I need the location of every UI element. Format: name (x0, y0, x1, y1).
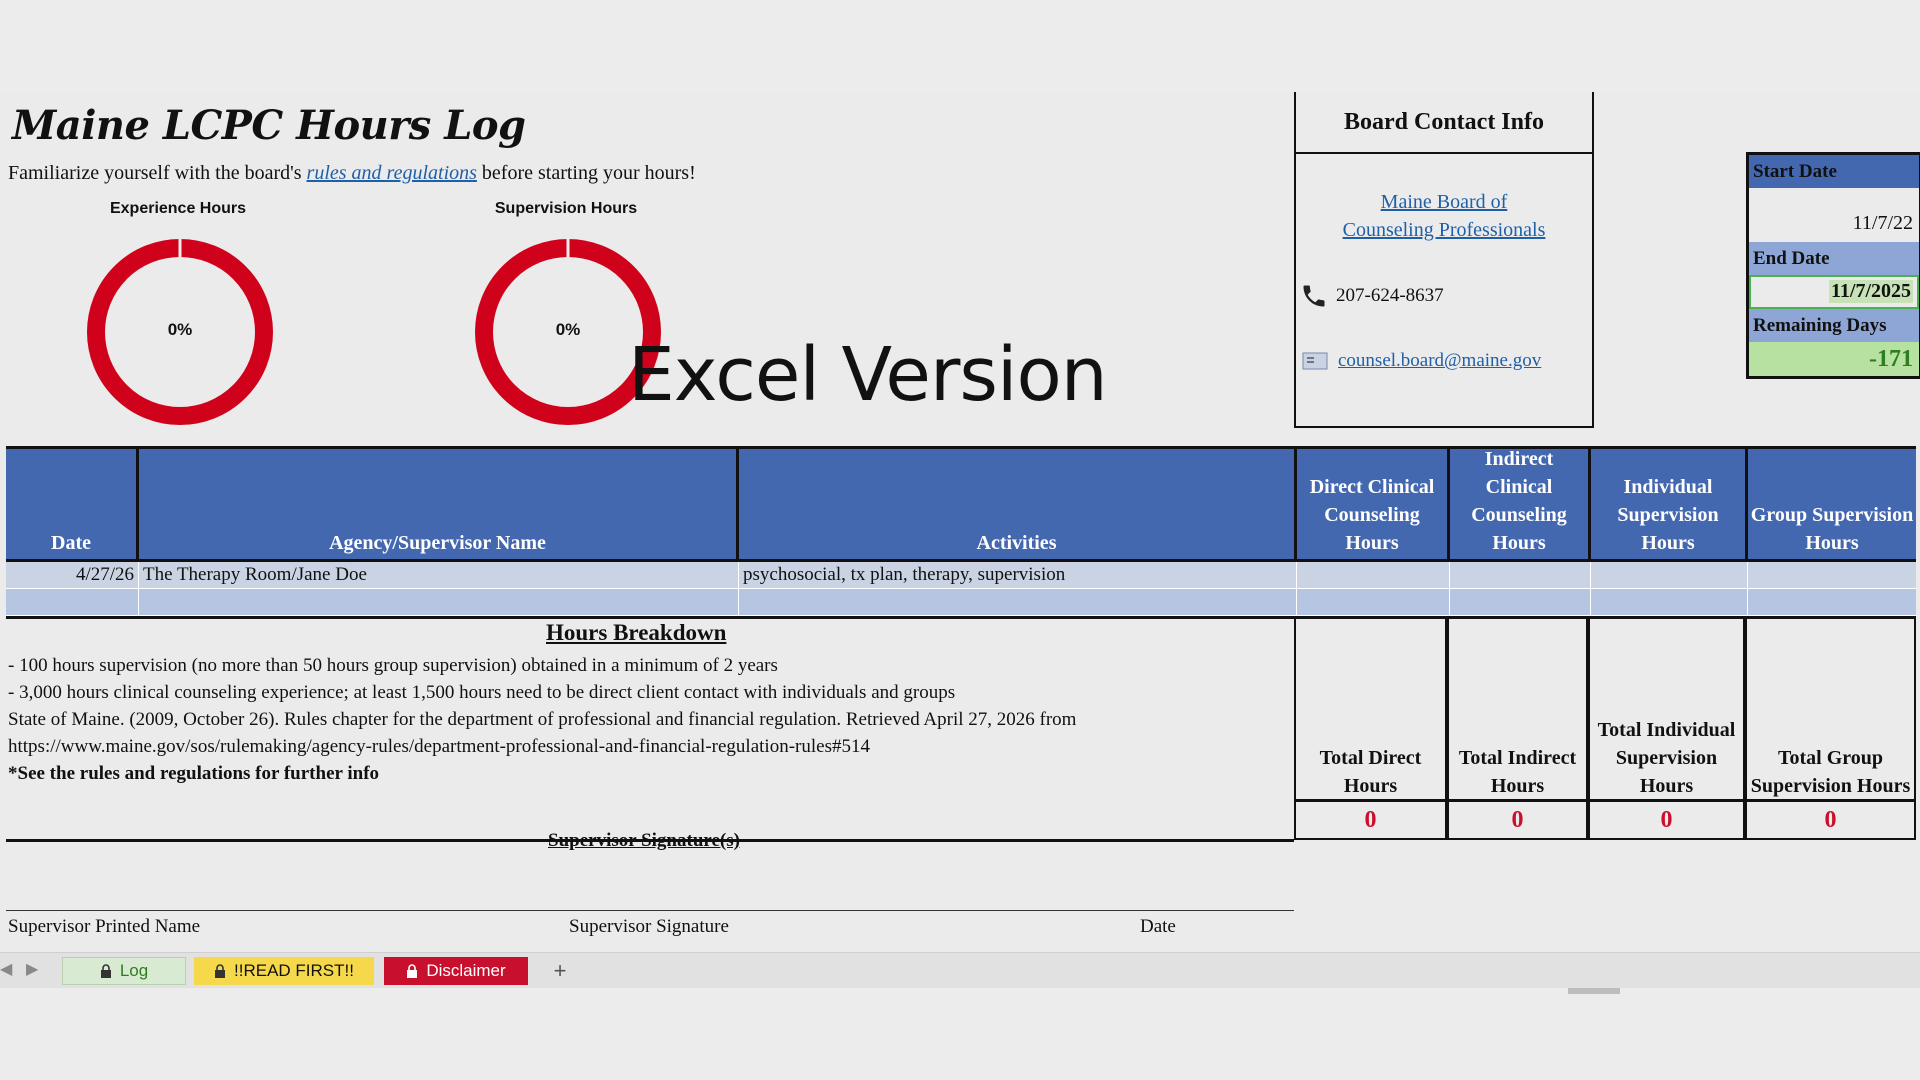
tab-log-label: Log (119, 961, 149, 980)
col-indirect[interactable]: Indirect Clinical Counseling Hours (1450, 448, 1591, 559)
tab-log[interactable]: Log (62, 957, 186, 985)
total-group-label: Total Group Supervision Hours (1750, 747, 1911, 797)
log-table-header: Date Agency/Supervisor Name Activities D… (6, 446, 1916, 562)
breakdown-line-1: - 100 hours supervision (no more than 50… (8, 655, 778, 676)
lock-icon (100, 963, 111, 978)
total-individual-cell: Total Individual Supervision Hours 0 (1588, 616, 1745, 840)
total-indirect-cell: Total Indirect Hours 0 (1447, 616, 1588, 840)
cell-agency[interactable]: The Therapy Room/Jane Doe (139, 562, 739, 588)
col-direct[interactable]: Direct Clinical Counseling Hours (1297, 449, 1450, 559)
contact-header: Board Contact Info (1296, 92, 1592, 154)
tab-read-first-label: !!READ FIRST!! (234, 961, 354, 980)
cell-group[interactable] (1748, 562, 1916, 588)
experience-gauge-percent: 0% (167, 320, 193, 339)
breakdown-heading: Hours Breakdown (546, 620, 727, 645)
spreadsheet-sheet: Maine LCPC Hours Log Familiarize yoursel… (0, 92, 1920, 952)
cell-indirect[interactable] (1450, 562, 1591, 588)
end-date-cell[interactable]: 11/7/2025 (1749, 275, 1919, 309)
scroll-right-icon[interactable]: ▶ (26, 959, 38, 979)
cell-activities[interactable] (739, 589, 1297, 615)
total-indirect-value: 0 (1449, 799, 1586, 838)
col-agency[interactable]: Agency/Supervisor Name (139, 449, 739, 559)
col-activities[interactable]: Activities (739, 449, 1297, 559)
board-link-line2[interactable]: Counseling Professionals (1343, 219, 1546, 241)
cell-group[interactable] (1748, 589, 1916, 615)
start-date-value[interactable]: 11/7/22 (1749, 188, 1919, 242)
cell-date[interactable] (6, 589, 139, 615)
col-individual[interactable]: Individual Supervision Hours (1591, 449, 1748, 559)
tab-disclaimer[interactable]: Disclaimer (384, 957, 528, 985)
cell-activities[interactable]: psychosocial, tx plan, therapy, supervis… (739, 562, 1297, 588)
scroll-left-icon[interactable]: ◀ (0, 959, 12, 979)
phone-row: 207-624-8637 (1300, 282, 1444, 310)
experience-gauge-label: Experience Hours (109, 200, 247, 217)
excel-version-overlay: Excel Version (628, 332, 1108, 418)
tab-disclaimer-label: Disclaimer (426, 961, 506, 980)
total-direct-cell: Total Direct Hours 0 (1294, 616, 1447, 840)
signature-date-label: Date (1140, 916, 1176, 937)
cell-individual[interactable] (1591, 562, 1748, 588)
email-row: counsel.board@maine.gov (1302, 350, 1541, 372)
table-row (6, 589, 1916, 616)
board-link-line1[interactable]: Maine Board of (1381, 191, 1508, 213)
email-icon (1302, 352, 1328, 370)
breakdown-line-3: State of Maine. (2009, October 26). Rule… (8, 709, 1077, 730)
total-group-value: 0 (1747, 799, 1914, 838)
add-sheet-button[interactable]: + (540, 957, 580, 985)
total-individual-value: 0 (1590, 799, 1743, 838)
horizontal-scrollbar[interactable] (1568, 988, 1620, 994)
intro-text: Familiarize yourself with the board's ru… (8, 162, 696, 185)
tab-read-first[interactable]: !!READ FIRST!! (194, 957, 374, 985)
remaining-days-label: Remaining Days (1749, 309, 1919, 342)
dates-panel: Start Date 11/7/22 End Date 11/7/2025 Re… (1746, 152, 1920, 379)
signature-label: Supervisor Signature (569, 916, 729, 937)
sheet-tab-bar: ◀ ▶ Log !!READ FIRST!! Disclaimer + (0, 952, 1920, 989)
email-link[interactable]: counsel.board@maine.gov (1338, 350, 1541, 372)
breakdown-line-2: - 3,000 hours clinical counseling experi… (8, 682, 956, 703)
phone-number: 207-624-8637 (1336, 285, 1444, 306)
breakdown-line-4: https://www.maine.gov/sos/rulemaking/age… (8, 736, 870, 757)
breakdown-line-5: *See the rules and regulations for furth… (8, 763, 380, 784)
cell-direct[interactable] (1297, 589, 1450, 615)
start-date-label: Start Date (1749, 155, 1919, 188)
total-direct-label: Total Direct Hours (1319, 747, 1422, 797)
cell-date[interactable]: 4/27/26 (6, 562, 139, 588)
total-individual-label: Total Individual Supervision Hours (1597, 719, 1736, 797)
intro-before: Familiarize yourself with the board's (8, 162, 307, 184)
cell-individual[interactable] (1591, 589, 1748, 615)
total-indirect-label: Total Indirect Hours (1458, 747, 1577, 797)
bottom-area (0, 988, 1920, 1080)
page-title: Maine LCPC Hours Log (12, 102, 526, 149)
end-date-value: 11/7/2025 (1828, 280, 1913, 303)
total-group-cell: Total Group Supervision Hours 0 (1745, 616, 1916, 840)
cell-agency[interactable] (139, 589, 739, 615)
remaining-days-value: -171 (1749, 342, 1919, 376)
board-link-wrap: Maine Board of Counseling Professionals (1296, 188, 1592, 244)
col-date[interactable]: Date (6, 449, 139, 559)
cell-direct[interactable] (1297, 562, 1450, 588)
intro-after: before starting your hours! (476, 162, 696, 184)
lock-icon (407, 963, 418, 978)
total-direct-value: 0 (1296, 799, 1445, 838)
rules-link[interactable]: rules and regulations (307, 162, 477, 184)
phone-icon (1303, 285, 1325, 307)
printed-name-label: Supervisor Printed Name (8, 916, 201, 937)
signature-heading: Supervisor Signature(s) (548, 830, 740, 851)
signature-line (6, 910, 1294, 911)
supervision-gauge-label: Supervision Hours (494, 200, 638, 217)
board-contact-box: Board Contact Info Maine Board of Counse… (1294, 92, 1594, 428)
end-date-label: End Date (1749, 242, 1919, 275)
supervision-gauge-percent: 0% (555, 320, 581, 339)
table-row: 4/27/26 The Therapy Room/Jane Doe psycho… (6, 562, 1916, 589)
lock-icon (215, 963, 226, 978)
col-group[interactable]: Group Supervision Hours (1748, 449, 1916, 559)
cell-indirect[interactable] (1450, 589, 1591, 615)
